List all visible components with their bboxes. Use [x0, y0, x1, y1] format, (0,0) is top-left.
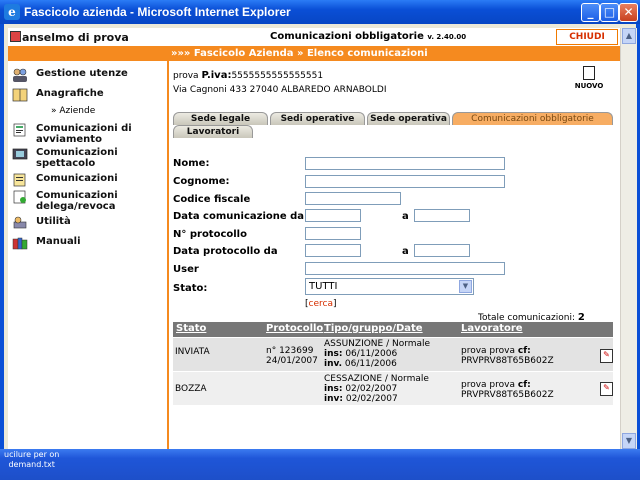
data-protocollo-label: Data protocollo da — [173, 246, 278, 257]
table-row[interactable]: BOZZA CESSAZIONE / Normale ins: 02/02/20… — [173, 372, 613, 405]
tab-comunicazioni-obbligatorie[interactable]: Comunicazioni obbligatorie — [452, 112, 613, 125]
page-content: anselmo di prova Comunicazioni obbligato… — [8, 28, 620, 449]
ie-icon: e — [4, 4, 20, 20]
sidebar-subitem-aziende[interactable]: » Aziende — [51, 106, 95, 116]
maximize-button[interactable]: □ — [600, 3, 619, 22]
page-title: Comunicazioni obbligatorie v. 2.40.00 — [270, 31, 467, 42]
window-title: Fascicolo azienda - Microsoft Internet E… — [24, 5, 291, 19]
tab-sedi-operative[interactable]: Sedi operative — [270, 112, 365, 125]
minimize-button[interactable]: _ — [581, 3, 600, 22]
nuovo-button[interactable]: NUOVO — [574, 66, 604, 90]
edit-icon[interactable]: ✎ — [600, 382, 613, 396]
stato-select[interactable]: TUTTI ▼ — [305, 278, 474, 295]
codice-fiscale-label: Codice fiscale — [173, 194, 251, 205]
chiudi-button[interactable]: CHIUDI — [556, 29, 618, 45]
header-tipo[interactable]: Tipo/gruppo/Date — [324, 323, 423, 334]
cognome-input[interactable] — [305, 175, 505, 188]
tab-sede-operativa[interactable]: Sede operativa — [367, 112, 450, 125]
stato-label: Stato: — [173, 283, 208, 294]
header-lavoratore[interactable]: Lavoratore — [461, 323, 523, 334]
tools-icon — [13, 216, 27, 229]
header-stato[interactable]: Stato — [176, 323, 206, 334]
vertical-scrollbar[interactable]: ▲ ▼ — [620, 28, 637, 449]
new-document-icon — [583, 66, 595, 80]
tab-lavoratori[interactable]: Lavoratori — [173, 125, 253, 138]
data-comunicazione-label: Data comunicazione da — [173, 211, 305, 222]
delegate-icon — [13, 190, 26, 204]
user-label: User — [173, 264, 199, 275]
user-icon — [10, 31, 21, 42]
data-comunicazione-a-label: a — [402, 211, 409, 222]
protocollo-label: N° protocollo — [173, 229, 247, 240]
user-input[interactable] — [305, 262, 505, 275]
codice-fiscale-input[interactable] — [305, 192, 401, 205]
window-titlebar: e Fascicolo azienda - Microsoft Internet… — [0, 0, 640, 24]
data-comunicazione-a-input[interactable] — [414, 209, 470, 222]
cerca-link-wrapper: [cerca] — [305, 299, 337, 309]
document-icon — [13, 123, 26, 137]
breadcrumb: »»» Fascicolo Azienda » Elenco comunicaz… — [167, 46, 620, 61]
nome-input[interactable] — [305, 157, 505, 170]
header-protocollo[interactable]: Protocollo — [266, 323, 323, 334]
company-info: prova P.iva:5555555555555551 Via Cagnoni… — [173, 70, 387, 95]
cerca-link[interactable]: cerca — [309, 299, 333, 309]
chevron-down-icon[interactable]: ▼ — [459, 280, 472, 293]
data-protocollo-a-label: a — [402, 246, 409, 257]
data-comunicazione-da-input[interactable] — [305, 209, 361, 222]
users-icon — [13, 68, 27, 82]
data-protocollo-a-input[interactable] — [414, 244, 470, 257]
user-name: anselmo di prova — [10, 31, 129, 44]
tab-sede-legale[interactable]: Sede legale — [173, 112, 268, 125]
document-icon — [13, 173, 26, 187]
scroll-down-icon[interactable]: ▼ — [622, 433, 636, 449]
film-icon — [12, 148, 28, 160]
close-window-button[interactable]: ✕ — [619, 3, 638, 22]
taskbar: ucilure per on demand.txt — [0, 449, 640, 480]
book-icon — [12, 88, 28, 102]
scroll-up-icon[interactable]: ▲ — [622, 28, 636, 44]
sidebar-header-bar — [8, 46, 167, 61]
protocollo-input[interactable] — [305, 227, 361, 240]
table-header: Stato Protocollo Tipo/gruppo/Date Lavora… — [173, 322, 613, 337]
nome-label: Nome: — [173, 158, 210, 169]
table-row[interactable]: INVIATA n° 123699 24/01/2007 ASSUNZIONE /… — [173, 338, 613, 371]
divider — [167, 61, 169, 449]
cognome-label: Cognome: — [173, 176, 230, 187]
books-icon — [12, 237, 28, 250]
data-protocollo-da-input[interactable] — [305, 244, 361, 257]
desktop-file-label[interactable]: ucilure per on demand.txt — [4, 450, 59, 470]
edit-icon[interactable]: ✎ — [600, 349, 613, 363]
